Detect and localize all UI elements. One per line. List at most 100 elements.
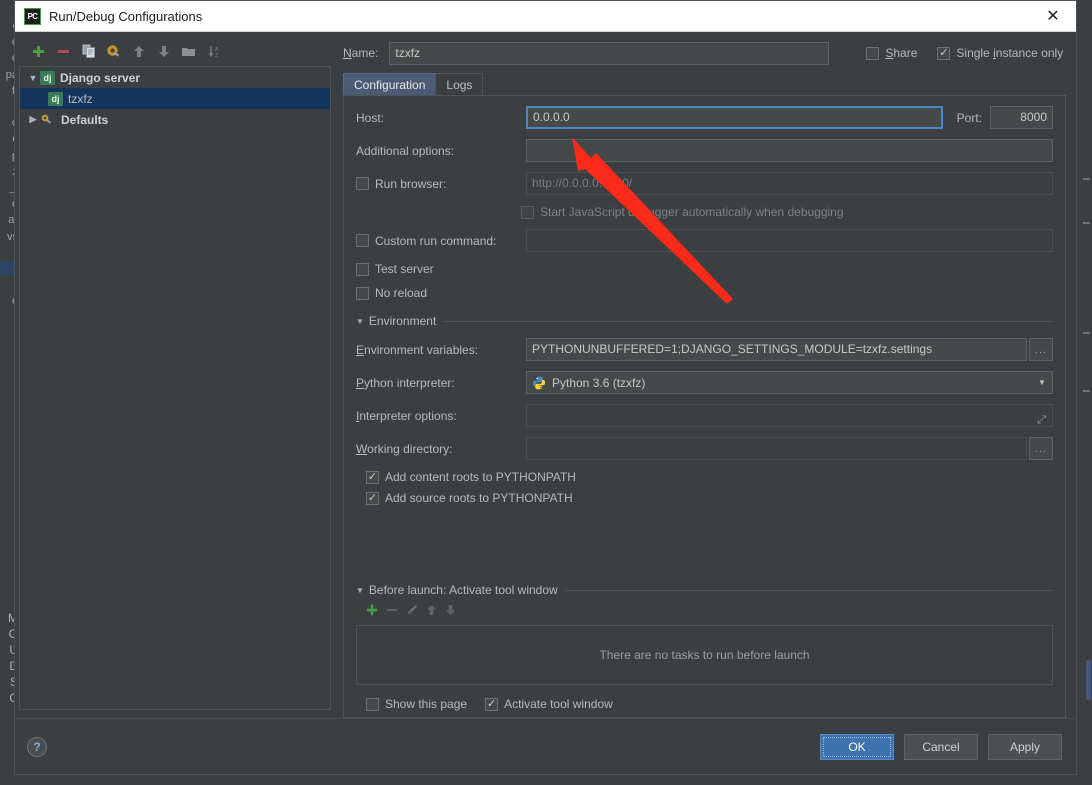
before-launch-move-up-button[interactable] bbox=[426, 604, 437, 619]
background-selected-row bbox=[0, 260, 14, 276]
test-server-checkbox-box[interactable] bbox=[356, 262, 369, 276]
host-label: Host: bbox=[356, 110, 385, 125]
add-source-roots-checkbox[interactable]: Add source roots to PYTHONPATH bbox=[366, 491, 573, 505]
show-this-page-checkbox-box[interactable] bbox=[366, 697, 379, 711]
help-icon[interactable]: ? bbox=[27, 736, 47, 757]
ok-button[interactable]: OK bbox=[820, 733, 894, 760]
add-content-roots-checkbox-box[interactable] bbox=[366, 470, 379, 484]
environment-section-header[interactable]: ▼ Environment bbox=[356, 314, 1053, 328]
arrow-down-icon[interactable] bbox=[152, 40, 175, 62]
cancel-button[interactable]: Cancel bbox=[904, 733, 978, 760]
no-reload-row: No reload bbox=[356, 286, 1053, 300]
add-source-roots-checkbox-box[interactable] bbox=[366, 491, 379, 505]
interpreter-options-input[interactable]: ⤢ bbox=[526, 404, 1053, 427]
single-instance-checkbox-box[interactable] bbox=[937, 46, 951, 60]
custom-run-command-row: Custom run command: bbox=[356, 229, 1053, 252]
test-server-checkbox[interactable]: Test server bbox=[356, 262, 434, 276]
custom-run-command-checkbox[interactable]: Custom run command: bbox=[356, 234, 526, 248]
apply-button[interactable]: Apply bbox=[988, 733, 1062, 760]
before-launch-remove-button[interactable] bbox=[386, 604, 398, 619]
run-browser-label: Run browser: bbox=[375, 176, 447, 191]
close-icon[interactable]: ✕ bbox=[1030, 1, 1076, 32]
host-input[interactable]: 0.0.0.0 bbox=[526, 106, 943, 129]
folder-icon[interactable] bbox=[177, 40, 200, 62]
add-source-roots-label: Add source roots to PYTHONPATH bbox=[385, 491, 573, 505]
tree-item-tzxfz[interactable]: dj tzxfz bbox=[20, 88, 330, 109]
working-directory-browse-button[interactable]: ... bbox=[1029, 437, 1053, 460]
add-content-roots-row: Add content roots to PYTHONPATH bbox=[356, 470, 1053, 484]
custom-run-command-checkbox-box[interactable] bbox=[356, 234, 369, 247]
django-icon: dj bbox=[40, 70, 55, 85]
activate-tool-window-checkbox[interactable]: Activate tool window bbox=[485, 697, 613, 711]
arrow-up-icon[interactable] bbox=[127, 40, 150, 62]
chevron-right-icon[interactable]: ▶ bbox=[26, 114, 40, 125]
configurations-tree-panel: A Z ▼ dj Django server dj tzxfz ▶ Defaul… bbox=[15, 32, 335, 718]
working-directory-row: Working directory: ... bbox=[356, 437, 1053, 460]
copy-icon[interactable] bbox=[77, 40, 100, 62]
before-launch-add-button[interactable] bbox=[366, 604, 378, 619]
gear-icon[interactable] bbox=[102, 40, 125, 62]
python-interpreter-combobox[interactable]: Python 3.6 (tzxfz) ▼ bbox=[526, 371, 1053, 394]
before-launch-section-header[interactable]: ▼ Before launch: Activate tool window bbox=[356, 583, 1053, 597]
editor-marker bbox=[1083, 390, 1090, 392]
additional-options-input[interactable] bbox=[526, 139, 1053, 162]
no-reload-checkbox-box[interactable] bbox=[356, 286, 369, 300]
sort-alpha-icon[interactable]: A Z bbox=[202, 40, 225, 62]
port-input[interactable]: 8000 bbox=[990, 106, 1053, 129]
chevron-down-icon[interactable]: ▼ bbox=[26, 73, 40, 83]
name-input[interactable]: tzxfz bbox=[389, 41, 830, 65]
add-configuration-button[interactable] bbox=[27, 40, 50, 62]
show-this-page-checkbox[interactable]: Show this page bbox=[366, 697, 467, 711]
custom-run-command-label: Custom run command: bbox=[375, 233, 497, 248]
editor-scrollbar-thumb[interactable] bbox=[1086, 660, 1091, 700]
section-divider bbox=[443, 320, 1053, 322]
environment-variables-input[interactable]: PYTHONUNBUFFERED=1;DJANGO_SETTINGS_MODUL… bbox=[526, 338, 1027, 361]
editor-tabs: Configuration Logs bbox=[343, 72, 1066, 95]
interpreter-options-row: Interpreter options: ⤢ bbox=[356, 404, 1053, 427]
dialog-titlebar: PC Run/Debug Configurations ✕ bbox=[15, 1, 1076, 32]
run-browser-checkbox[interactable]: Run browser: bbox=[356, 177, 526, 191]
add-source-roots-row: Add source roots to PYTHONPATH bbox=[356, 491, 1053, 505]
additional-options-label: Additional options: bbox=[356, 143, 455, 158]
before-launch-task-list[interactable]: There are no tasks to run before launch bbox=[356, 625, 1053, 685]
chevron-down-icon[interactable]: ▼ bbox=[356, 317, 364, 326]
background-project-text-bottom: M G U D S C bbox=[8, 611, 14, 705]
python-interpreter-row: Python interpreter: Python 3.6 (tzxfz) ▼ bbox=[356, 371, 1053, 394]
tab-configuration[interactable]: Configuration bbox=[343, 73, 437, 95]
tree-item-label: tzxfz bbox=[68, 91, 93, 106]
tree-item-django-server[interactable]: ▼ dj Django server bbox=[20, 67, 330, 88]
tree-item-defaults[interactable]: ▶ Defaults bbox=[20, 109, 330, 130]
before-launch-move-down-button[interactable] bbox=[445, 604, 456, 619]
share-checkbox-box[interactable] bbox=[866, 46, 880, 60]
remove-configuration-button[interactable] bbox=[52, 40, 75, 62]
configurations-tree[interactable]: ▼ dj Django server dj tzxfz ▶ Defaults bbox=[19, 66, 331, 710]
before-launch-toolbar bbox=[356, 599, 1053, 623]
environment-variables-browse-button[interactable]: ... bbox=[1029, 338, 1053, 361]
tab-logs[interactable]: Logs bbox=[435, 73, 484, 95]
chevron-down-icon[interactable]: ▼ bbox=[356, 586, 364, 595]
run-browser-url-input[interactable]: http://0.0.0.0:8000/ bbox=[526, 172, 1053, 195]
django-icon: dj bbox=[48, 91, 63, 106]
working-directory-input[interactable] bbox=[526, 437, 1027, 460]
dialog-body: A Z ▼ dj Django server dj tzxfz ▶ Defaul… bbox=[15, 32, 1076, 774]
pencil-icon[interactable] bbox=[406, 604, 418, 619]
add-content-roots-checkbox[interactable]: Add content roots to PYTHONPATH bbox=[366, 470, 576, 484]
custom-run-command-input[interactable] bbox=[526, 229, 1053, 252]
activate-tool-window-checkbox-box[interactable] bbox=[485, 697, 499, 711]
working-directory-label: Working directory: bbox=[356, 441, 453, 456]
no-reload-checkbox[interactable]: No reload bbox=[356, 286, 427, 300]
run-browser-checkbox-box[interactable] bbox=[356, 177, 369, 190]
share-checkbox[interactable]: Share bbox=[866, 46, 917, 60]
start-js-debugger-checkbox[interactable]: Start JavaScript debugger automatically … bbox=[521, 205, 844, 219]
start-js-debugger-checkbox-box[interactable] bbox=[521, 205, 534, 219]
single-instance-checkbox[interactable]: Single instance only bbox=[937, 46, 1063, 60]
tree-toolbar: A Z bbox=[19, 38, 335, 64]
chevron-down-icon[interactable]: ▼ bbox=[1032, 372, 1052, 393]
environment-section-label: Environment bbox=[368, 314, 437, 328]
single-instance-label: Single instance only bbox=[956, 46, 1064, 60]
expand-icon[interactable]: ⤢ bbox=[1037, 410, 1046, 426]
editor-marker bbox=[1083, 332, 1090, 334]
start-js-debugger-label: Start JavaScript debugger automatically … bbox=[540, 205, 844, 219]
ide-background-left-strip: c e e pa f; i o c p z _i e ar vs a l e M… bbox=[0, 0, 14, 785]
